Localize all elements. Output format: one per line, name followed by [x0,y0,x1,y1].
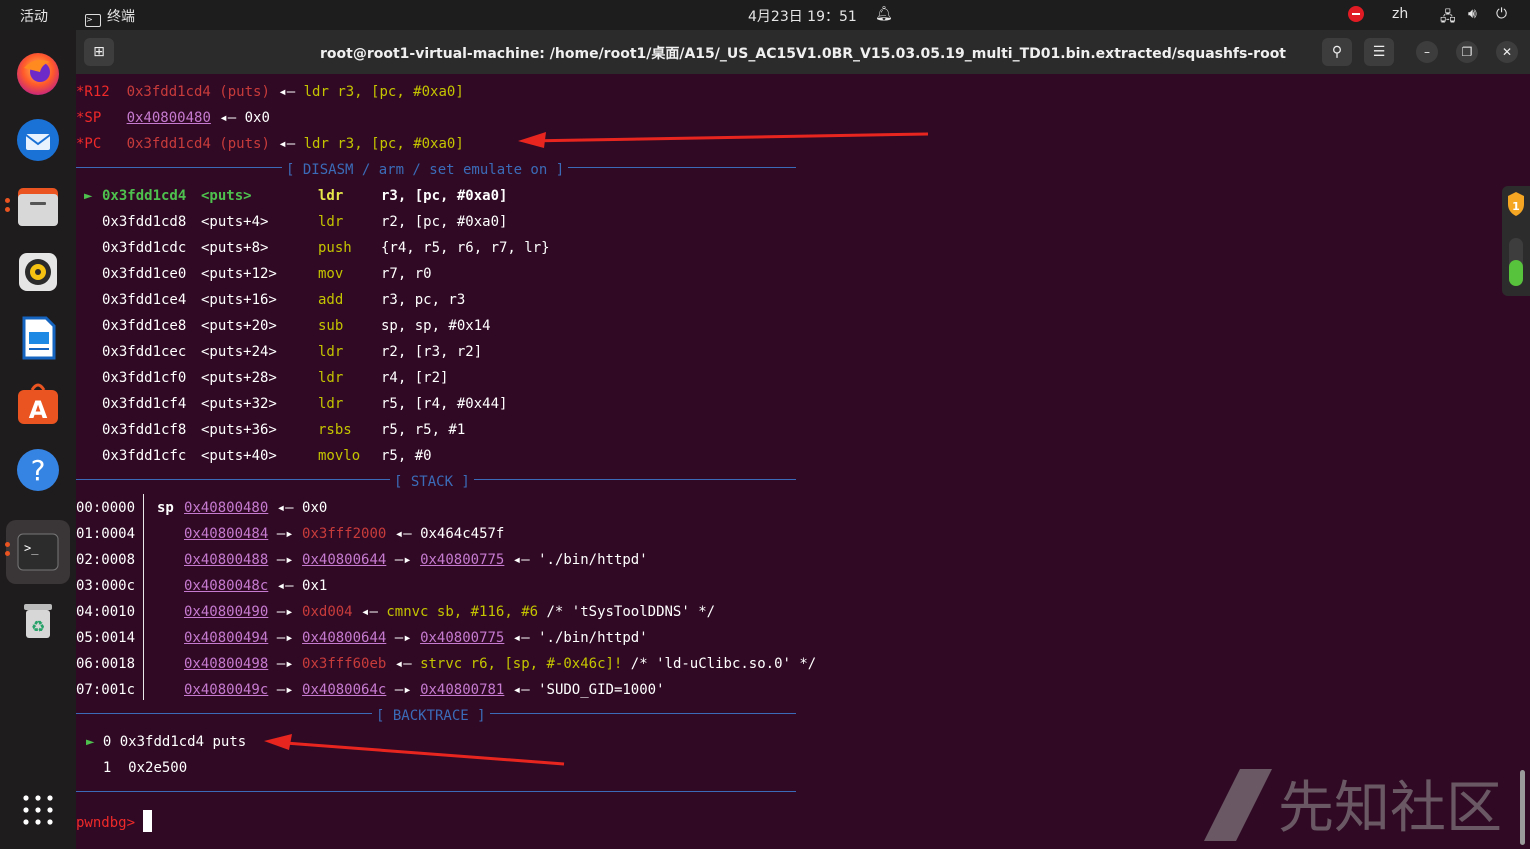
running-indicator [5,542,10,547]
svg-text:先知社区: 先知社区 [1278,776,1502,841]
minimize-icon: – [1424,45,1430,59]
power-icon[interactable]: ⏻ [1496,6,1507,22]
volume-icon[interactable]: 🔊︎ [1468,6,1477,22]
annotation-arrowhead [264,734,292,750]
app-center-icon[interactable]: A [14,380,62,428]
running-indicator [5,198,10,203]
svg-text:?: ? [31,454,46,487]
terminal-scrollbar[interactable] [1520,770,1525,845]
hamburger-menu-icon: ☰ [1372,44,1386,60]
trash-icon[interactable]: ♻ [14,596,62,644]
app-menu[interactable]: > 终端 [85,6,135,27]
maximize-button[interactable]: ❐ [1456,41,1478,63]
search-icon: ⚲ [1331,44,1343,60]
firefox-icon[interactable] [14,50,62,98]
terminal-icon[interactable]: >_ [14,528,62,576]
terminal-content[interactable]: *R12 0x3fdd1cd4 (puts) ◂— ldr r3, [pc, #… [76,74,1530,849]
watermark: 先知社区 [1200,765,1520,845]
close-button[interactable]: ✕ [1496,41,1518,63]
window-title: root@root1-virtual-machine: /home/root1/… [319,46,1287,62]
thunderbird-icon[interactable] [14,116,62,164]
minimize-button[interactable]: – [1416,41,1438,63]
search-button[interactable]: ⚲ [1322,38,1352,66]
terminal-small-icon: > [85,14,101,27]
help-icon[interactable]: ? [14,446,62,494]
activities-button[interactable]: 活动 [20,6,48,26]
annotation-arrow-backtrace [271,740,565,766]
files-icon[interactable] [14,182,62,230]
writer-icon[interactable] [14,314,62,362]
terminal-headerbar: ⊞ root@root1-virtual-machine: /home/root… [76,30,1530,74]
menu-button[interactable]: ☰ [1364,38,1394,66]
annotation-arrow-pc [525,132,929,143]
bell-icon[interactable]: 🔔︎ [875,6,893,22]
svg-text:♻: ♻ [31,617,45,636]
running-indicator [5,207,10,212]
input-method-indicator[interactable]: zh [1392,6,1408,22]
watermark-logo [1204,769,1272,841]
annotation-arrowhead [518,132,546,148]
running-indicator [5,551,10,556]
do-not-disturb-icon[interactable] [1348,6,1364,22]
svg-text:A: A [29,396,48,424]
maximize-icon: ❐ [1461,45,1473,59]
annotation-arrows [264,132,929,766]
show-apps-grid-icon[interactable] [22,794,54,826]
security-widget[interactable]: 1 [1502,186,1530,296]
rhythmbox-icon[interactable] [14,248,62,296]
dock: A ? >_ ♻ [0,30,76,849]
svg-text:>_: >_ [24,541,39,555]
network-icon[interactable]: 🖧 [1440,6,1456,30]
clock[interactable]: 4月23日 19：51 [748,6,857,26]
svg-text:1: 1 [1512,200,1520,213]
close-icon: ✕ [1501,45,1513,59]
app-name: 终端 [107,9,135,25]
top-bar: 活动 > 终端 4月23日 19：51 🔔︎ zh 🖧 🔊︎ ⏻ [0,0,1530,30]
